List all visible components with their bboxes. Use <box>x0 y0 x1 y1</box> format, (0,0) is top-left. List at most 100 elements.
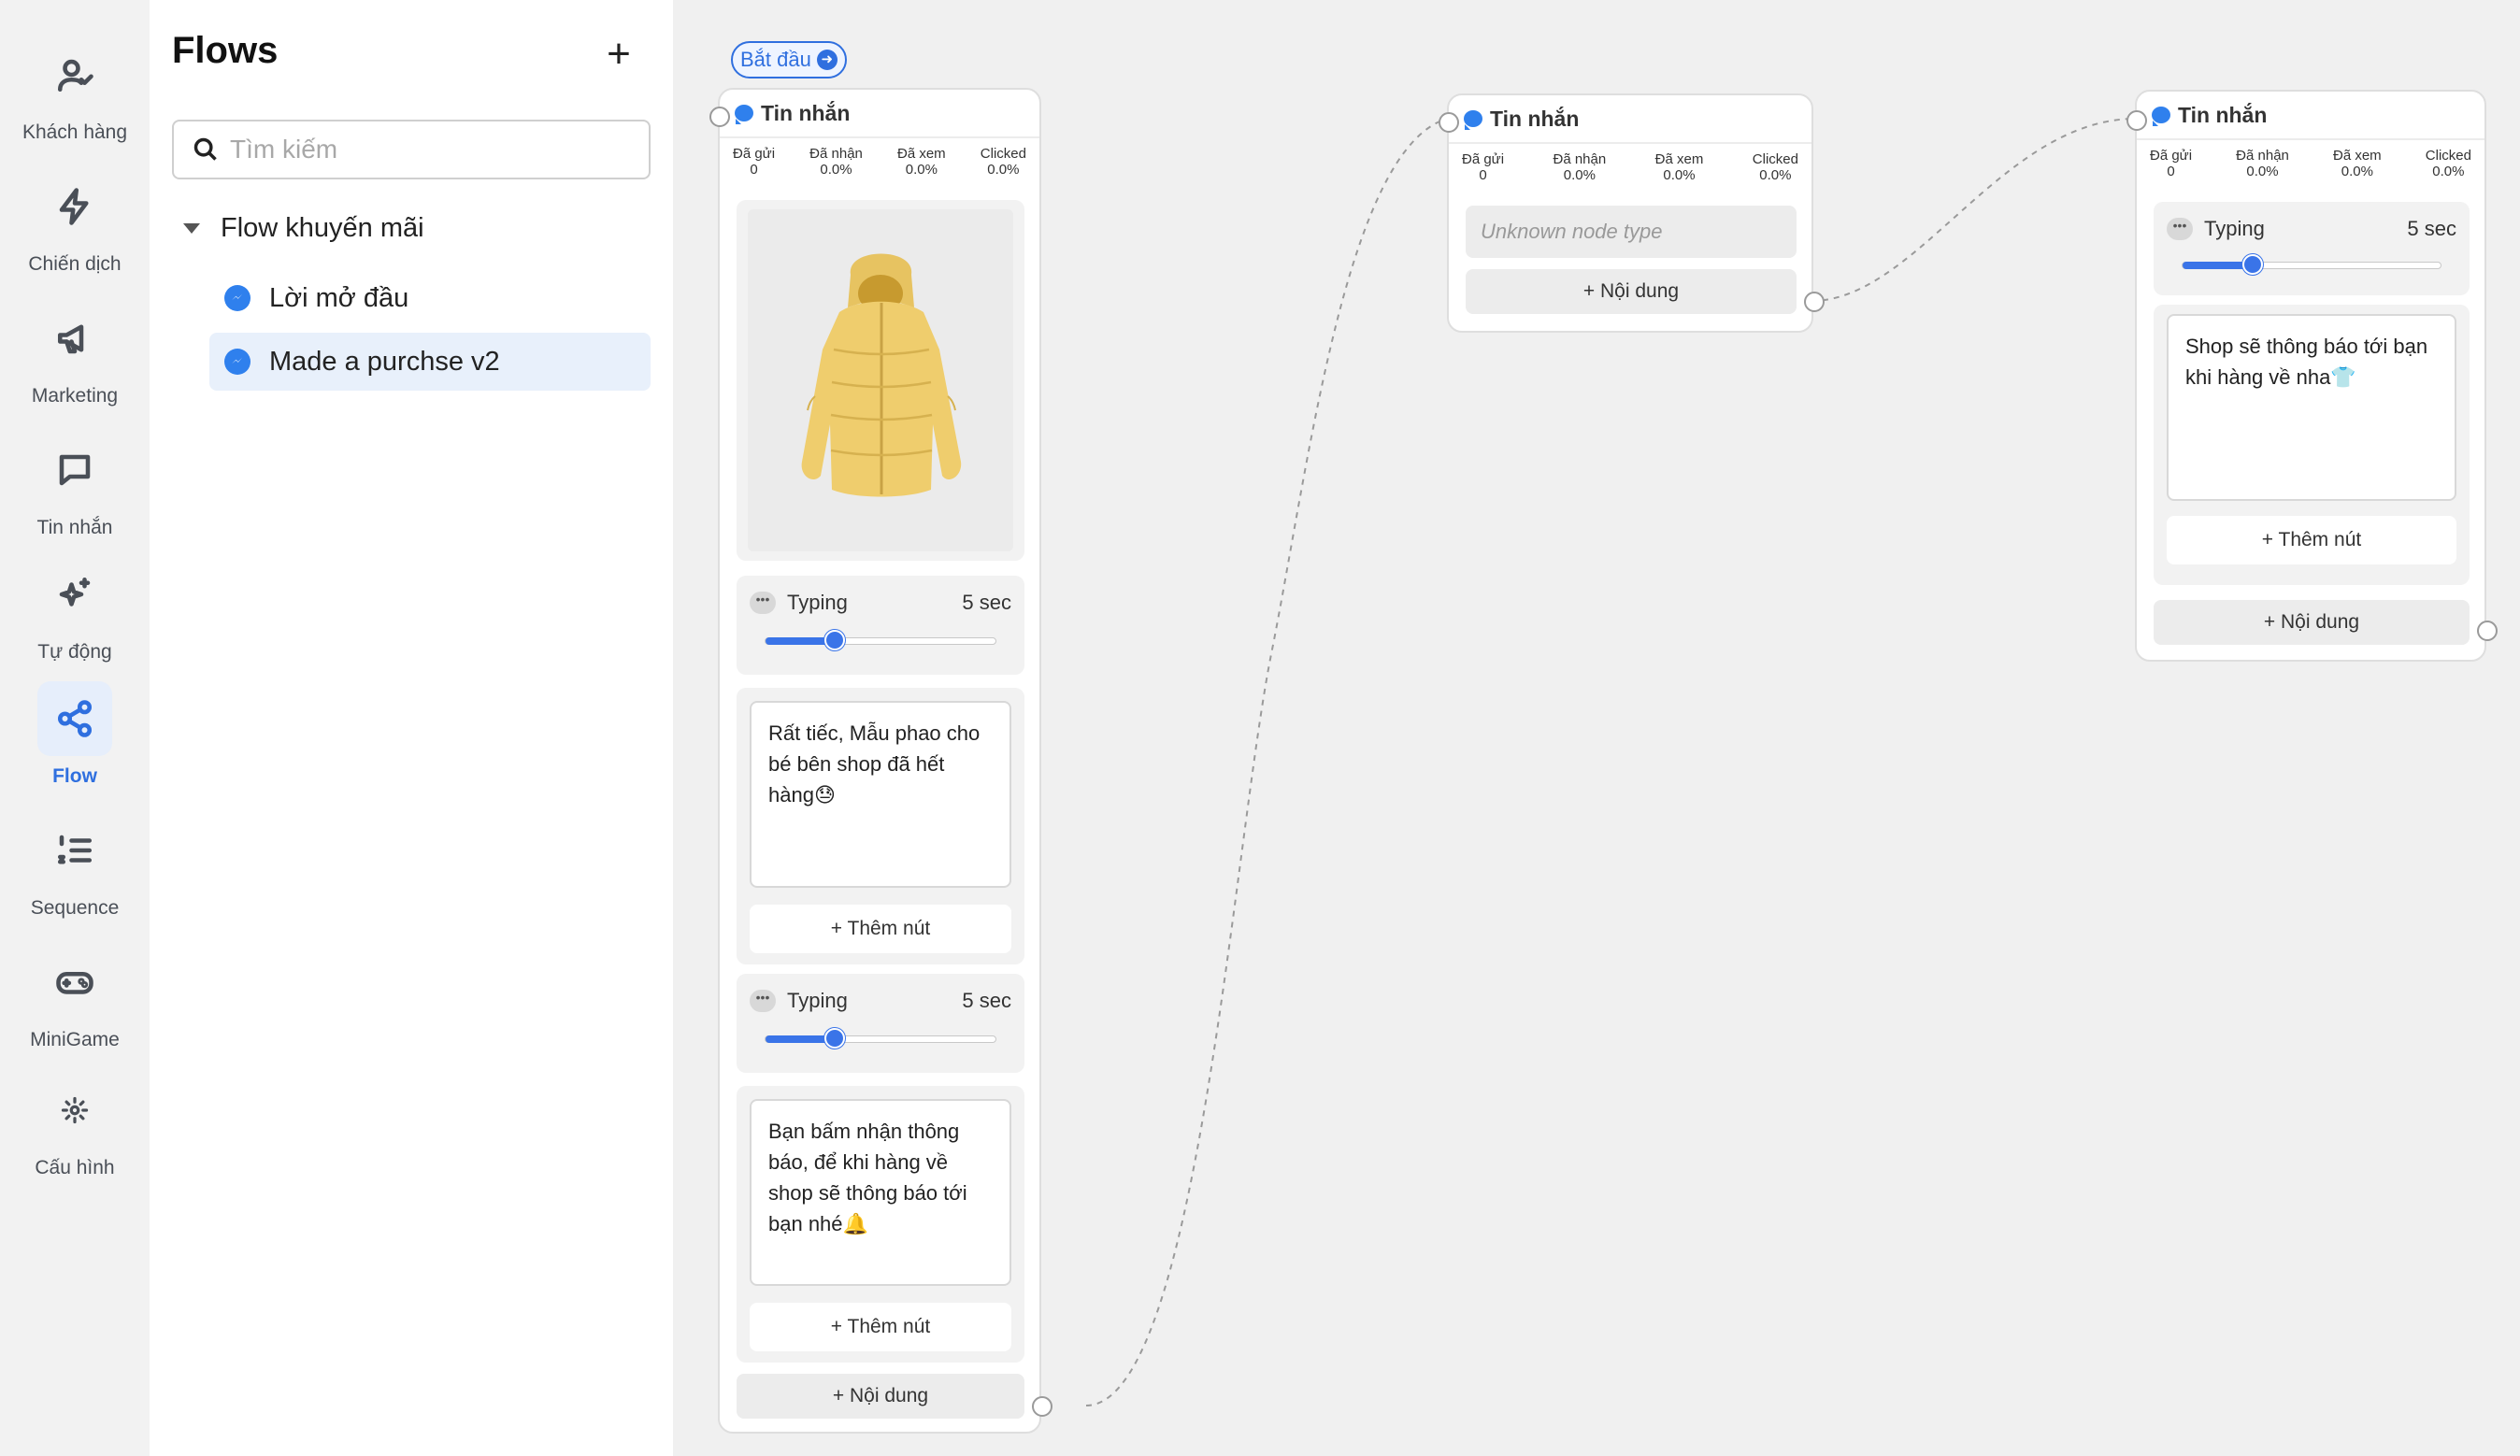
stat-received: Đã nhận 0.0% <box>2236 148 2289 179</box>
message-bubble-icon <box>2152 107 2170 126</box>
node-header: Tin nhắn <box>2137 92 2484 140</box>
share-icon <box>37 681 112 756</box>
input-port[interactable] <box>1439 112 1459 133</box>
stat-seen: Đã xem 0.0% <box>897 146 946 178</box>
yellow-jacket-image <box>801 253 962 497</box>
messenger-icon <box>224 349 251 375</box>
text-block: Shop sẽ thông báo tới bạn khi hàng về nh… <box>2154 305 2470 585</box>
nav-tin-nhan[interactable]: Tin nhắn <box>9 433 140 539</box>
nav-tu-dong[interactable]: Tự động <box>9 557 140 664</box>
flows-panel: Flows + Flow khuyến mãi Lời mở đầu Made … <box>150 0 673 1456</box>
product-image[interactable] <box>748 209 1013 551</box>
stat-clicked: Clicked 0.0% <box>2425 148 2471 179</box>
stat-received: Đã nhận 0.0% <box>1553 151 1607 183</box>
output-port[interactable] <box>1032 1396 1052 1417</box>
add-content-button[interactable]: + Nội dung <box>737 1374 1024 1419</box>
stat-clicked: Clicked 0.0% <box>1752 151 1798 183</box>
lightning-icon <box>37 169 112 244</box>
node-stats: Đã gửi 0 Đã nhận 0.0% Đã xem 0.0% Clicked 0.… <box>2137 140 2484 185</box>
nav-label: Flow <box>52 765 97 787</box>
panel-title: Flows <box>172 30 279 71</box>
output-port[interactable] <box>2477 621 2498 641</box>
slider-knob[interactable] <box>823 630 845 650</box>
megaphone-icon <box>37 301 112 376</box>
stat-sent: Đã gửi 0 <box>2150 148 2193 179</box>
message-text[interactable]: Shop sẽ thông báo tới bạn khi hàng về nh… <box>2167 314 2456 501</box>
node-title: Tin nhắn <box>2178 102 2268 127</box>
input-port[interactable] <box>2126 110 2147 131</box>
add-button-button[interactable]: + Thêm nút <box>750 1303 1011 1351</box>
typing-label: Typing <box>787 591 848 614</box>
flow-item-loi-mo-dau[interactable]: Lời mở đầu <box>209 269 651 327</box>
connector-1-2 <box>1085 118 1448 1406</box>
arrow-right-icon: ➜ <box>816 50 838 70</box>
nav-label: Khách hàng <box>21 121 128 143</box>
typing-label: Typing <box>2204 217 2265 240</box>
nav-cau-hinh[interactable]: Cấu hình <box>9 1073 140 1179</box>
chat-icon <box>37 433 112 507</box>
stat-clicked: Clicked 0.0% <box>980 146 1026 178</box>
search-input[interactable] <box>230 135 623 164</box>
text-block-1: Rất tiếc, Mẫu phao cho bé bên shop đã hế… <box>737 688 1024 964</box>
gear-icon <box>37 1073 112 1148</box>
nav-khach-hang[interactable]: Khách hàng <box>9 37 140 144</box>
message-bubble-icon <box>735 105 753 124</box>
node-title: Tin nhắn <box>1490 106 1580 131</box>
add-content-button[interactable]: + Nội dung <box>2154 600 2470 645</box>
typing-slider[interactable] <box>765 630 996 650</box>
search-box[interactable] <box>172 120 651 179</box>
node-stats: Đã gửi 0 Đã nhận 0.0% Đã xem 0.0% Clicked 0.… <box>720 138 1039 183</box>
nav-label: Chiến dịch <box>28 253 122 275</box>
slider-knob[interactable] <box>823 1028 845 1049</box>
message-text-1[interactable]: Rất tiếc, Mẫu phao cho bé bên shop đã hế… <box>750 701 1011 888</box>
node-header: Tin nhắn <box>1449 95 1811 144</box>
nav-marketing[interactable]: Marketing <box>9 301 140 407</box>
add-button-button[interactable]: + Thêm nút <box>750 905 1011 953</box>
add-content-button[interactable]: + Nội dung <box>1466 269 1797 314</box>
image-block[interactable] <box>737 200 1024 561</box>
gamepad-icon <box>37 945 112 1020</box>
flow-canvas[interactable]: Bắt đầu ➜ Tin nhắn Đã gửi 0 Đã nhận 0.0% Đ… <box>673 0 2520 1456</box>
message-bubble-icon <box>1464 110 1482 130</box>
typing-slider[interactable] <box>765 1028 996 1049</box>
stat-seen: Đã xem 0.0% <box>1654 151 1704 183</box>
node-title: Tin nhắn <box>761 100 851 125</box>
numbered-list-icon <box>37 813 112 888</box>
typing-block-2[interactable]: ••• Typing 5 sec <box>737 974 1024 1073</box>
messenger-icon <box>224 285 251 311</box>
start-badge[interactable]: Bắt đầu ➜ <box>731 41 847 79</box>
stat-received: Đã nhận 0.0% <box>809 146 863 178</box>
connector-2-3 <box>1811 118 2134 302</box>
typing-block[interactable]: ••• Typing 5 sec <box>2154 202 2470 295</box>
add-flow-button[interactable]: + <box>600 34 637 75</box>
unknown-node-type: Unknown node type <box>1466 206 1797 258</box>
typing-label: Typing <box>787 989 848 1012</box>
folder-flow-khuyen-mai[interactable]: Flow khuyến mãi <box>183 213 424 244</box>
message-node-1[interactable]: Tin nhắn Đã gửi 0 Đã nhận 0.0% Đã xem 0.0% … <box>709 88 1052 1434</box>
typing-slider[interactable] <box>2182 254 2441 275</box>
output-port[interactable] <box>1804 292 1825 312</box>
message-node-2[interactable]: Tin nhắn Đã gửi 0 Đã nhận 0.0% Đã xem 0.0% … <box>1439 93 1825 333</box>
nav-sequence[interactable]: Sequence <box>9 813 140 920</box>
typing-dots-icon: ••• <box>2167 218 2193 240</box>
typing-dots-icon: ••• <box>750 990 776 1012</box>
nav-rail: Khách hàng Chiến dịch Marketing Tin nhắn… <box>0 0 150 1456</box>
nav-label: MiniGame <box>30 1029 120 1050</box>
flow-item-made-a-purchse-v2[interactable]: Made a purchse v2 <box>209 333 651 391</box>
typing-duration: 5 sec <box>962 591 1011 614</box>
nav-label: Marketing <box>31 385 119 407</box>
start-label: Bắt đầu <box>740 48 811 71</box>
nav-chien-dich[interactable]: Chiến dịch <box>9 169 140 276</box>
nav-minigame[interactable]: MiniGame <box>9 945 140 1051</box>
text-block-2: Bạn bấm nhận thông báo, để khi hàng về s… <box>737 1086 1024 1363</box>
typing-block-1[interactable]: ••• Typing 5 sec <box>737 576 1024 675</box>
slider-knob[interactable] <box>2241 254 2263 275</box>
add-button-button[interactable]: + Thêm nút <box>2167 516 2456 564</box>
nav-flow[interactable]: Flow <box>9 681 140 788</box>
nav-label: Cấu hình <box>35 1157 115 1178</box>
nav-label: Tin nhắn <box>36 517 113 538</box>
message-text-2[interactable]: Bạn bấm nhận thông báo, để khi hàng về s… <box>750 1099 1011 1286</box>
message-node-3[interactable]: Tin nhắn Đã gửi 0 Đã nhận 0.0% Đã xem 0.0% … <box>2126 90 2498 662</box>
input-port[interactable] <box>709 107 730 127</box>
node-stats: Đã gửi 0 Đã nhận 0.0% Đã xem 0.0% Clicked 0.… <box>1449 144 1811 189</box>
